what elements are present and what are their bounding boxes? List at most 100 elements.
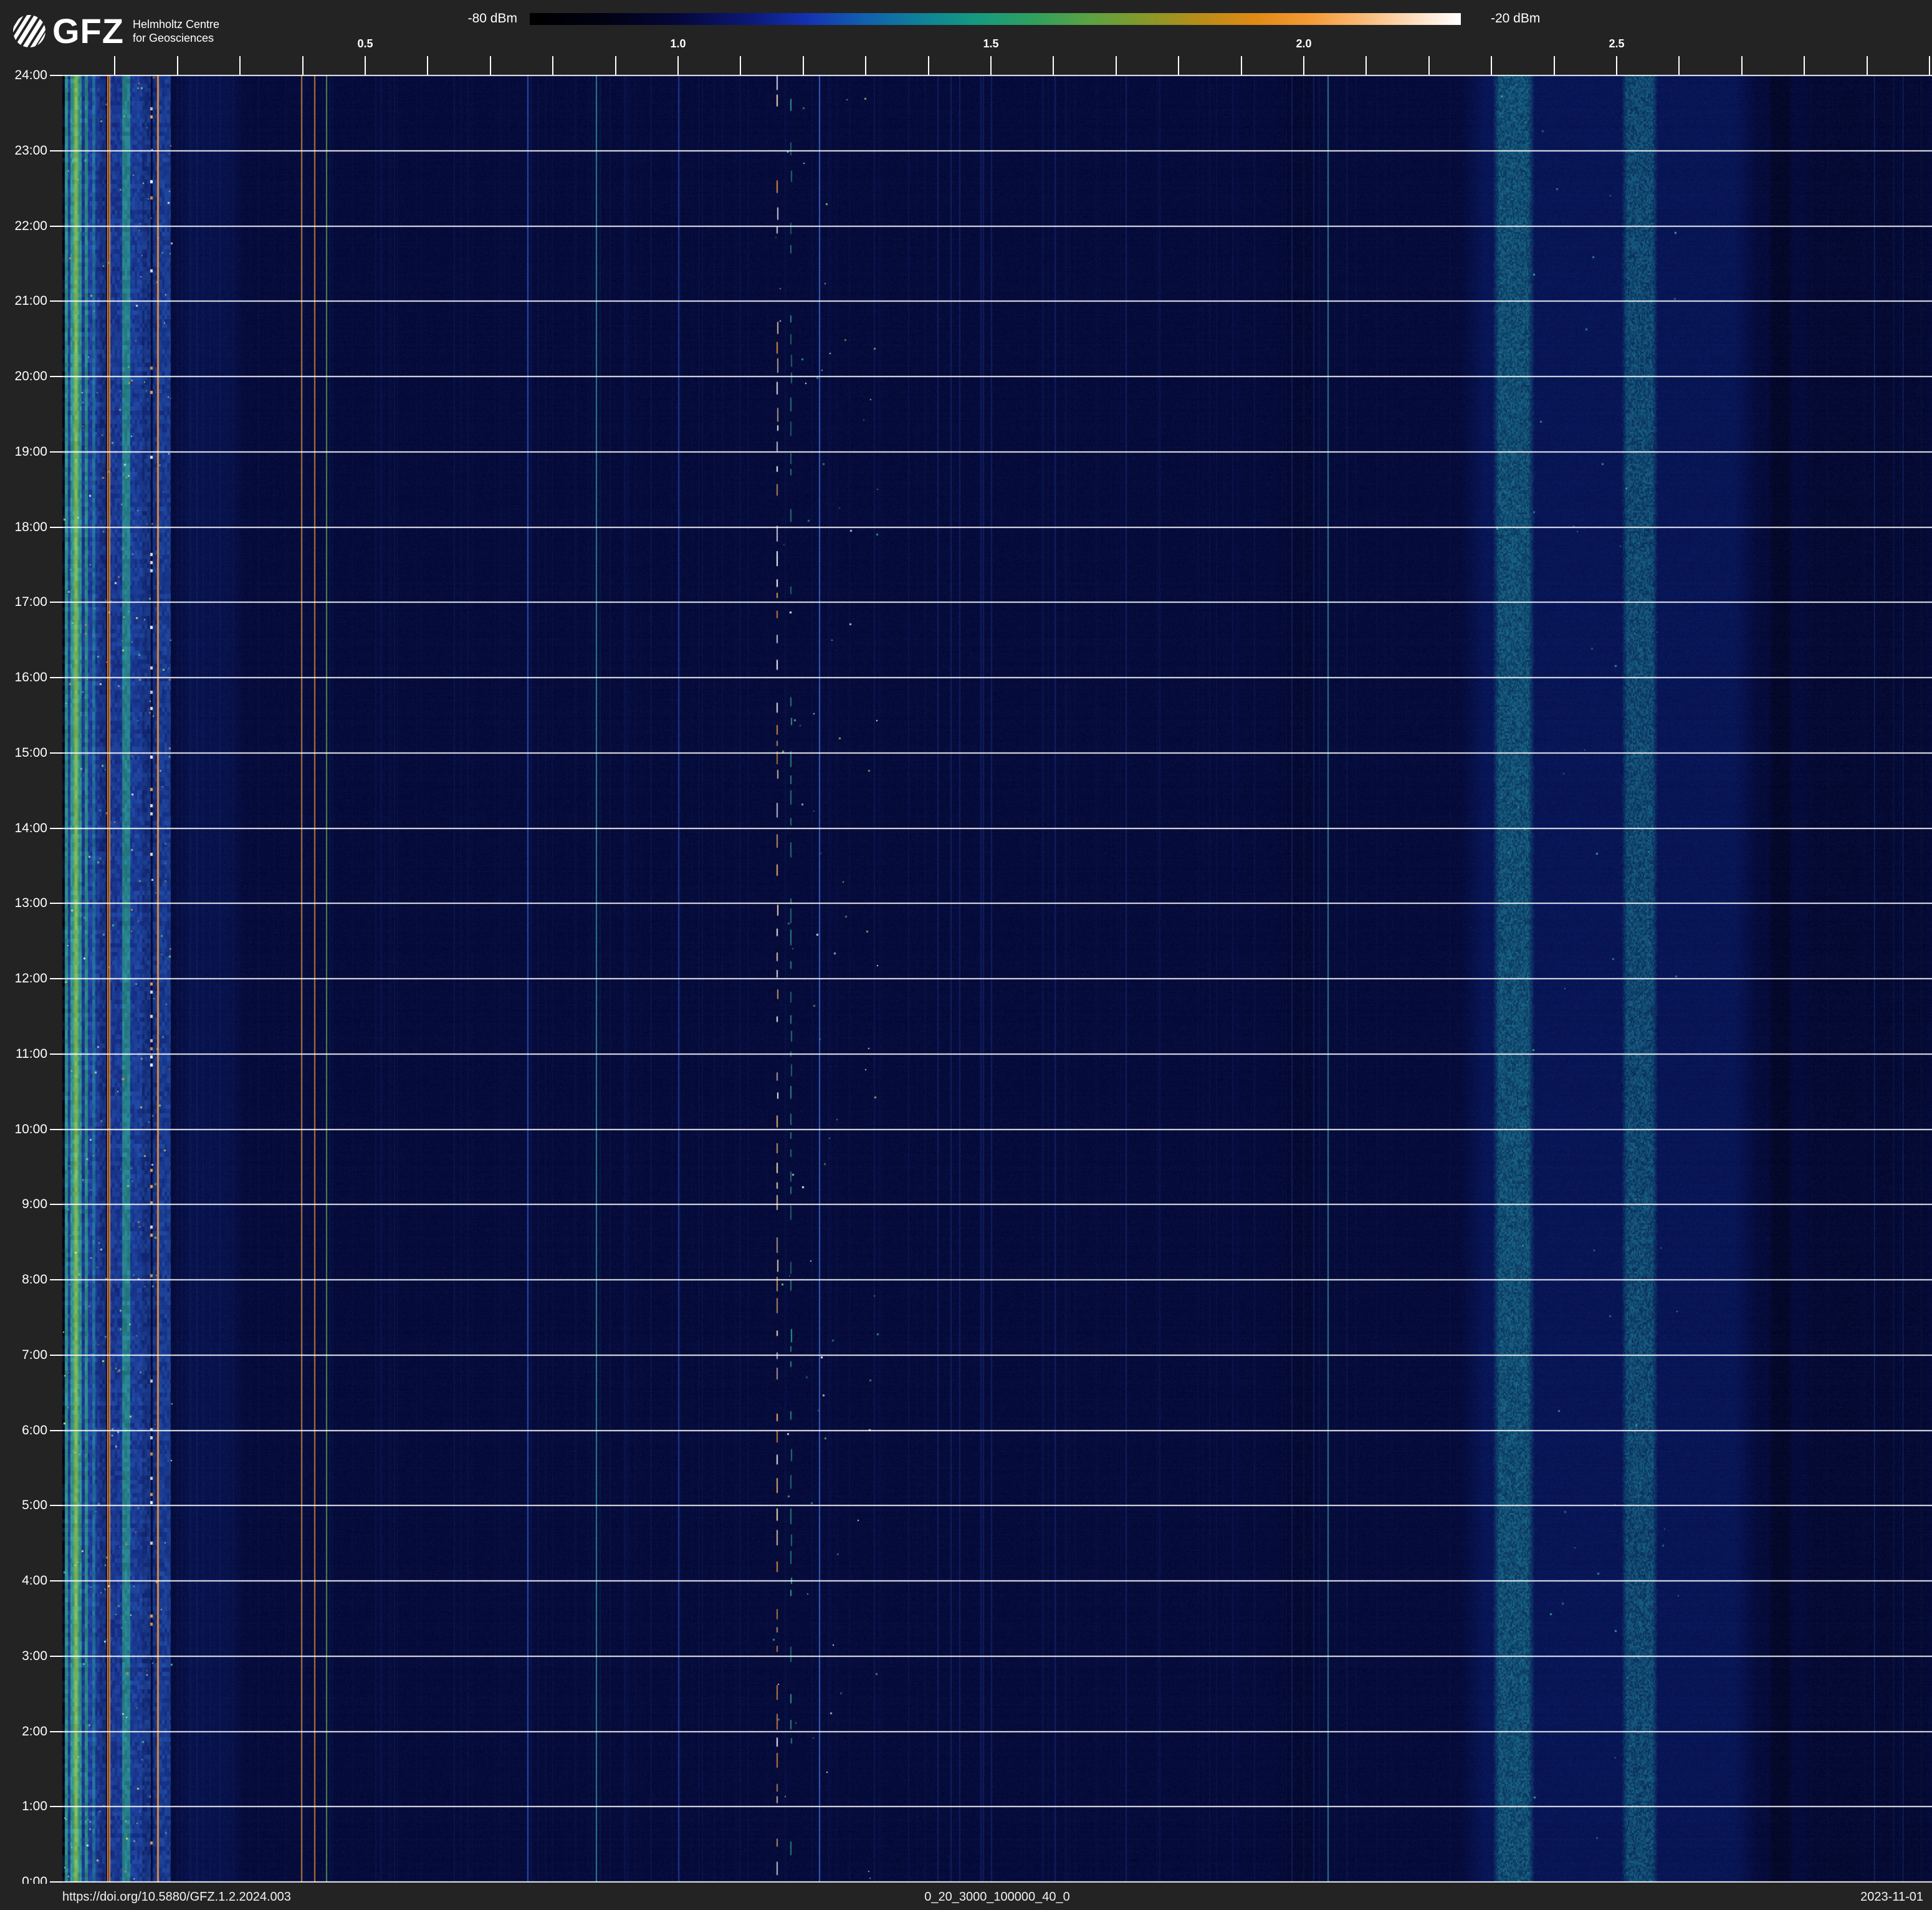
x-tick [740, 56, 741, 75]
y-axis-label: 11:00 [4, 1047, 47, 1062]
x-tick [1804, 56, 1805, 75]
x-tick [615, 56, 616, 75]
y-tick [50, 1656, 62, 1657]
x-tick [1678, 56, 1680, 75]
x-tick [803, 56, 804, 75]
y-tick [50, 602, 62, 603]
x-tick [1178, 56, 1179, 75]
y-axis-label: 5:00 [4, 1498, 47, 1513]
y-axis-label: 16:00 [4, 670, 47, 685]
y-axis-label: 19:00 [4, 444, 47, 459]
x-tick [1116, 56, 1117, 75]
y-axis-label: 7:00 [4, 1348, 47, 1363]
logo-division-text: Helmholtz Centre for Geosciences [133, 17, 219, 45]
y-axis-label: 13:00 [4, 896, 47, 911]
logo-org-text: GFZ [52, 14, 124, 49]
y-axis-label: 3:00 [4, 1649, 47, 1664]
y-tick [50, 226, 62, 227]
y-axis-label: 23:00 [4, 143, 47, 158]
x-tick [1303, 56, 1304, 75]
footer-bar: https://doi.org/10.5880/GFZ.1.2.2024.003… [0, 1884, 1932, 1910]
dataset-id: 0_20_3000_100000_40_0 [924, 1889, 1070, 1905]
doi-link[interactable]: https://doi.org/10.5880/GFZ.1.2.2024.003 [62, 1889, 291, 1905]
y-axis-label: 1:00 [4, 1799, 47, 1814]
y-axis-label: 2:00 [4, 1724, 47, 1739]
colorbar-min-label: -80 dBm [468, 11, 517, 26]
y-axis-label: 15:00 [4, 746, 47, 761]
x-tick [302, 56, 304, 75]
y-tick [50, 752, 62, 754]
y-tick [50, 828, 62, 829]
logo-division-line1: Helmholtz Centre [133, 17, 219, 31]
y-tick [50, 1580, 62, 1581]
x-tick [1741, 56, 1743, 75]
x-axis-label: 1.5 [966, 37, 1016, 52]
x-tick [1241, 56, 1242, 75]
x-tick [552, 56, 553, 75]
x-tick [1554, 56, 1555, 75]
y-tick [50, 75, 62, 76]
x-tick [1867, 56, 1868, 75]
y-tick [50, 1129, 62, 1130]
x-tick [990, 56, 992, 75]
x-tick [1616, 56, 1617, 75]
x-tick [1491, 56, 1492, 75]
y-tick [50, 300, 62, 302]
y-tick [50, 1806, 62, 1807]
y-tick [50, 1430, 62, 1431]
date-label: 2023-11-01 [1860, 1889, 1923, 1905]
y-axis-label: 22:00 [4, 219, 47, 234]
spectrogram-plot [62, 75, 1932, 1883]
y-tick [50, 1881, 62, 1883]
x-tick [114, 56, 115, 75]
y-tick [50, 150, 62, 151]
x-tick [365, 56, 366, 75]
gfz-logo: GFZ Helmholtz Centre for Geosciences [12, 14, 219, 49]
y-tick [50, 1204, 62, 1205]
x-axis-label: 2.5 [1592, 37, 1642, 52]
logo-division-line2: for Geosciences [133, 31, 219, 45]
y-tick [50, 677, 62, 678]
y-tick [50, 1731, 62, 1732]
spectrogram-canvas [62, 75, 1932, 1883]
x-tick [928, 56, 929, 75]
y-tick [50, 978, 62, 979]
y-axis-label: 24:00 [4, 68, 47, 83]
y-tick [50, 451, 62, 453]
x-tick [1428, 56, 1430, 75]
x-tick [239, 56, 241, 75]
y-axis-label: 4:00 [4, 1573, 47, 1588]
y-tick [50, 903, 62, 904]
y-tick [50, 1355, 62, 1356]
y-tick [50, 527, 62, 528]
y-tick [50, 1505, 62, 1506]
y-axis-label: 8:00 [4, 1272, 47, 1287]
x-tick [1053, 56, 1054, 75]
spectrogram-page: GFZ Helmholtz Centre for Geosciences -80… [0, 0, 1932, 1910]
y-axis-label: 9:00 [4, 1197, 47, 1212]
x-axis-label: 0.5 [340, 37, 390, 52]
y-axis-label: 14:00 [4, 821, 47, 836]
x-tick [490, 56, 491, 75]
x-axis-label: 1.0 [653, 37, 703, 52]
y-axis-label: 21:00 [4, 294, 47, 309]
colorbar-max-label: -20 dBm [1491, 11, 1540, 26]
x-tick [427, 56, 428, 75]
y-tick [50, 376, 62, 377]
y-tick [50, 1279, 62, 1280]
y-axis-label: 12:00 [4, 971, 47, 986]
colorbar-gradient [530, 13, 1461, 25]
x-tick [865, 56, 866, 75]
y-axis-label: 6:00 [4, 1423, 47, 1438]
x-axis-label: 2.0 [1279, 37, 1329, 52]
y-tick [50, 1053, 62, 1055]
x-tick [177, 56, 178, 75]
gfz-logo-icon [12, 14, 46, 48]
y-axis-label: 17:00 [4, 595, 47, 610]
y-axis-label: 20:00 [4, 369, 47, 384]
y-axis-label: 18:00 [4, 520, 47, 535]
x-tick [1929, 56, 1930, 75]
x-tick [1365, 56, 1367, 75]
x-tick [677, 56, 679, 75]
y-axis-label: 10:00 [4, 1122, 47, 1137]
